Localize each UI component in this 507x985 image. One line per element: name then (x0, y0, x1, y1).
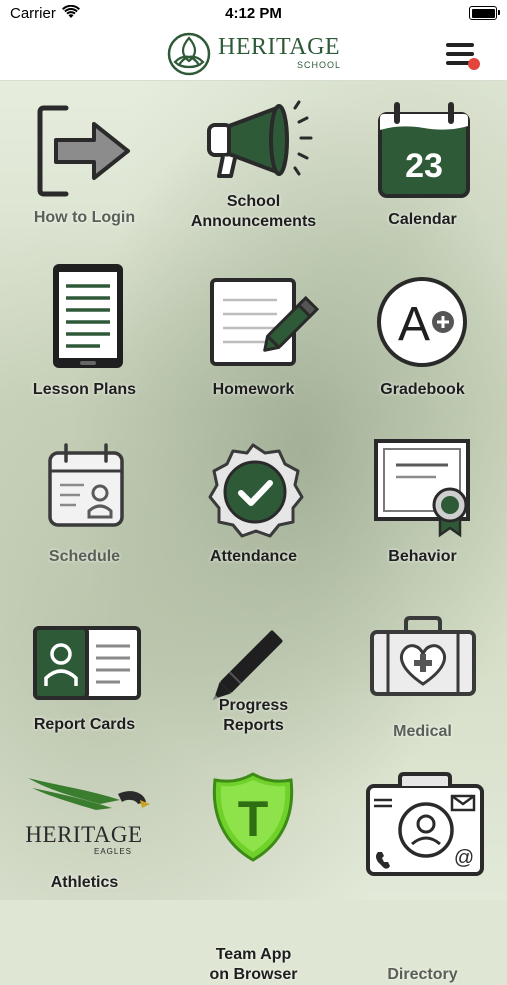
team-app-shield-icon: T (212, 772, 294, 862)
school-subtitle: SCHOOL (297, 60, 342, 70)
feature-grid: How to Login School Announcements 23 Cal… (0, 80, 507, 983)
tile-homework[interactable]: Homework (169, 258, 338, 418)
medical-kit-icon (370, 616, 476, 696)
tile-label: Medical (393, 723, 452, 740)
shield-letter: T (238, 791, 269, 847)
status-bar: Carrier 4:12 PM (0, 0, 507, 28)
school-name: HERITAGE (218, 34, 341, 60)
hamburger-icon (446, 43, 474, 47)
tile-label: Schedule (48, 548, 121, 565)
checkmark-badge-icon (208, 443, 304, 538)
tile-label: Behavior (388, 548, 457, 565)
tile-label: Attendance (209, 548, 298, 565)
tile-label-line-1: Progress (218, 697, 289, 714)
tile-label: Report Cards (33, 716, 136, 733)
tile-school-announcements[interactable]: School Announcements (169, 80, 338, 240)
calendar-day: 23 (405, 147, 443, 185)
tile-directory[interactable]: @ Directory (338, 770, 507, 983)
battery-icon (469, 6, 500, 20)
heritage-eagles-logo: HERITAGE EAGLES (25, 778, 150, 856)
notification-dot (468, 58, 480, 70)
tile-athletics[interactable]: HERITAGE EAGLES Athletics (0, 770, 169, 930)
tile-label: Athletics (50, 874, 119, 891)
tile-label: Directory (387, 966, 458, 983)
menu-button[interactable] (444, 40, 480, 72)
megaphone-icon (207, 100, 313, 178)
tile-label-line-2: Announcements (190, 213, 317, 230)
tile-report-cards[interactable]: Report Cards (0, 610, 169, 770)
certificate-icon (374, 439, 470, 538)
tile-medical[interactable]: Medical (338, 610, 507, 770)
directory-id-icon: @ (366, 772, 484, 876)
tile-how-to-login[interactable]: How to Login (0, 80, 169, 240)
tile-attendance[interactable]: Attendance (169, 435, 338, 595)
tile-calendar[interactable]: 23 Calendar (338, 80, 507, 240)
notepad-pencil-icon (210, 278, 320, 366)
tile-label: Lesson Plans (32, 381, 137, 398)
tile-gradebook[interactable]: A Gradebook (338, 258, 507, 418)
tile-label-line-2: on Browser (209, 966, 298, 983)
tile-label: Gradebook (380, 381, 465, 398)
tile-label: Calendar (388, 211, 457, 228)
at-symbol: @ (454, 847, 474, 869)
clock: 4:12 PM (225, 5, 282, 22)
grade-letter: A (398, 298, 430, 351)
tile-label-line-1: Team App (215, 946, 292, 963)
tile-schedule[interactable]: Schedule (0, 435, 169, 595)
tile-team-app[interactable]: T Team App on Browser (169, 770, 338, 983)
login-arrow-icon (37, 105, 130, 197)
tile-label-line-1: School (226, 193, 281, 210)
report-card-icon (33, 626, 141, 700)
tile-label: Homework (212, 381, 295, 398)
tile-behavior[interactable]: Behavior (338, 435, 507, 595)
tile-label-line-2: Reports (223, 717, 284, 734)
calendar-icon: 23 (378, 102, 470, 198)
app-header: HERITAGE SCHOOL (0, 28, 507, 81)
grade-a-plus-icon: A (377, 277, 467, 367)
tile-label: How to Login (33, 209, 136, 226)
athletics-logo-name: HERITAGE (25, 822, 142, 847)
tile-progress-reports[interactable]: Progress Reports (169, 610, 338, 770)
tablet-icon (53, 264, 123, 368)
schedule-calendar-icon (48, 443, 124, 527)
heritage-emblem-icon (167, 32, 211, 76)
athletics-logo-sub: EAGLES (94, 847, 132, 856)
pencil-icon (212, 630, 283, 701)
tile-lesson-plans[interactable]: Lesson Plans (0, 258, 169, 418)
